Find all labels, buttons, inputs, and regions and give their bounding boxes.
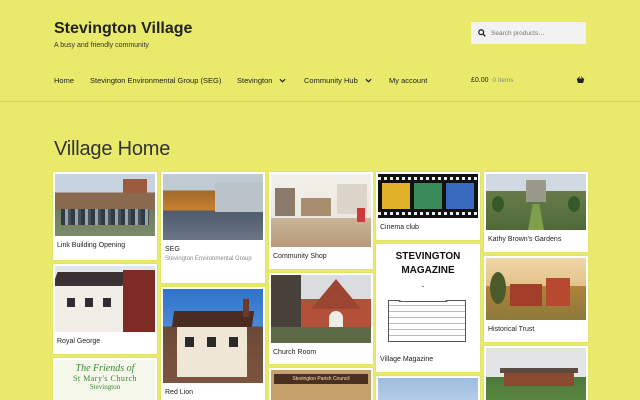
chevron-down-icon [279, 78, 287, 83]
tile-parish-council[interactable]: Stevington Parish Council [269, 368, 373, 400]
tile-red-lion[interactable]: Red Lion [161, 287, 265, 400]
cart-count: 0 items [492, 77, 514, 84]
chevron-down-icon [365, 78, 372, 83]
tile-image [55, 266, 155, 332]
tile-label: Historical Trust [488, 326, 535, 333]
tile-image: The Friends of St Mary's Church Stevingt… [55, 360, 155, 400]
page-title: Village Home [54, 138, 171, 160]
tile-label: Royal George [57, 338, 101, 345]
tile-label: Kathy Brown's Gardens [488, 236, 562, 243]
tile-seg[interactable]: SEG Stevington Environmental Group [161, 172, 265, 283]
main-nav: Home Stevington Environmental Group (SEG… [54, 76, 427, 85]
tile-cinema-club[interactable]: Cinema club [376, 172, 480, 240]
search-box[interactable] [471, 22, 586, 44]
cart-link[interactable]: £0.00 0 items [471, 76, 585, 84]
basket-icon [576, 76, 585, 83]
tile-image [486, 348, 586, 400]
tile-label: Village Magazine [380, 356, 434, 363]
tile-label: Community Shop [273, 253, 327, 260]
tile-image [55, 174, 155, 236]
tile-image [378, 174, 478, 218]
site-tagline: A busy and friendly community [54, 42, 149, 49]
tile-image [163, 174, 263, 240]
nav-label: Community Hub [304, 76, 358, 85]
nav-label: My account [389, 76, 428, 85]
friends-line1: The Friends of [75, 363, 135, 374]
tile-label: Red Lion [165, 389, 194, 396]
site-header: Stevington Village A busy and friendly c… [0, 0, 640, 102]
tile-label: Church Room [273, 349, 317, 356]
nav-item-my-account[interactable]: My account [389, 76, 427, 85]
tile-image: STEVINGTON MAGAZINE [378, 246, 478, 350]
tile-label: Link Building Opening [57, 242, 126, 249]
magazine-title: STEVINGTON MAGAZINE [395, 251, 461, 276]
tile-kathy-browns-gardens[interactable]: Kathy Brown's Gardens [484, 172, 588, 252]
parish-sign: Stevington Parish Council [274, 374, 368, 384]
tile-royal-george[interactable]: Royal George [53, 264, 157, 354]
tile-label: SEG [165, 246, 180, 253]
nav-item-stevington[interactable]: Stevington [237, 76, 304, 85]
search-input[interactable] [491, 29, 586, 37]
tile-village-hall[interactable] [484, 346, 588, 400]
tile-image [486, 258, 586, 320]
nav-label: Stevington Environmental Group (SEG) [90, 76, 222, 85]
friends-line3: Stevington [89, 383, 121, 391]
tile-village-magazine[interactable]: STEVINGTON MAGAZINE Village Magazine [376, 244, 480, 372]
nav-item-home[interactable]: Home [54, 76, 90, 85]
tile-link-building-opening[interactable]: Link Building Opening [53, 172, 157, 260]
cart-amount: £0.00 [471, 77, 489, 84]
tile-image [378, 378, 478, 400]
tile-friends-of-st-marys[interactable]: The Friends of St Mary's Church Stevingt… [53, 358, 157, 400]
friends-line2: St Mary's Church [72, 374, 138, 383]
tile-church-photo[interactable] [376, 376, 480, 400]
tile-community-shop[interactable]: Community Shop [269, 172, 373, 269]
nav-item-community-hub[interactable]: Community Hub [304, 76, 389, 85]
tile-image [486, 174, 586, 230]
tile-church-room[interactable]: Church Room [269, 273, 373, 364]
search-icon [478, 29, 486, 37]
tile-image: Stevington Parish Council [271, 370, 371, 400]
tile-image [271, 275, 371, 343]
tile-image [271, 174, 371, 247]
site-title[interactable]: Stevington Village [54, 20, 192, 38]
nav-label: Stevington [237, 76, 273, 85]
tile-subtitle: Stevington Environmental Group [165, 256, 252, 262]
tile-image [163, 289, 263, 383]
nav-item-seg[interactable]: Stevington Environmental Group (SEG) [90, 76, 237, 85]
nav-label: Home [54, 76, 75, 85]
tile-historical-trust[interactable]: Historical Trust [484, 256, 588, 342]
tile-label: Cinema club [380, 224, 419, 231]
